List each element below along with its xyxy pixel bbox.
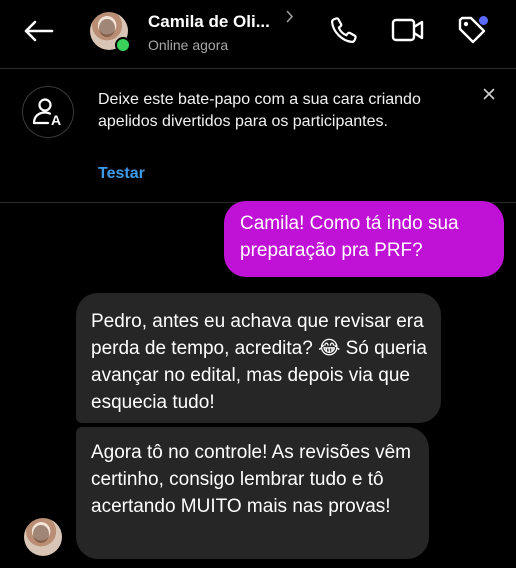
notification-dot (479, 16, 488, 25)
contact-avatar-button[interactable] (90, 12, 131, 53)
phone-icon (329, 15, 359, 50)
try-button[interactable]: Testar (98, 165, 145, 183)
video-camera-icon (390, 15, 426, 50)
tag-button[interactable] (454, 14, 490, 50)
received-message[interactable]: Pedro, antes eu achava que revisar era p… (76, 293, 441, 423)
received-message[interactable]: Agora tô no controle! As revisões vêm ce… (76, 427, 429, 559)
banner-close-button[interactable] (480, 87, 498, 105)
sent-message[interactable]: Camila! Como tá indo sua preparação pra … (224, 201, 504, 277)
contact-name[interactable]: Camila de Oli... (148, 12, 270, 32)
video-call-button[interactable] (390, 14, 426, 50)
chevron-right-icon[interactable] (286, 10, 294, 26)
sender-avatar[interactable] (24, 518, 62, 556)
svg-text:A: A (51, 112, 61, 128)
nickname-suggestion-banner: A Deixe este bate-papo com a sua cara cr… (0, 69, 516, 203)
voice-call-button[interactable] (326, 14, 362, 50)
close-icon (483, 87, 495, 105)
online-indicator (115, 37, 131, 53)
back-arrow-icon (22, 19, 54, 48)
back-button[interactable] (18, 15, 58, 51)
nickname-person-icon: A (22, 86, 74, 138)
banner-message: Deixe este bate-papo com a sua cara cria… (98, 91, 421, 130)
chat-header: Camila de Oli... Online agora (0, 0, 516, 69)
contact-status: Online agora (148, 37, 229, 53)
